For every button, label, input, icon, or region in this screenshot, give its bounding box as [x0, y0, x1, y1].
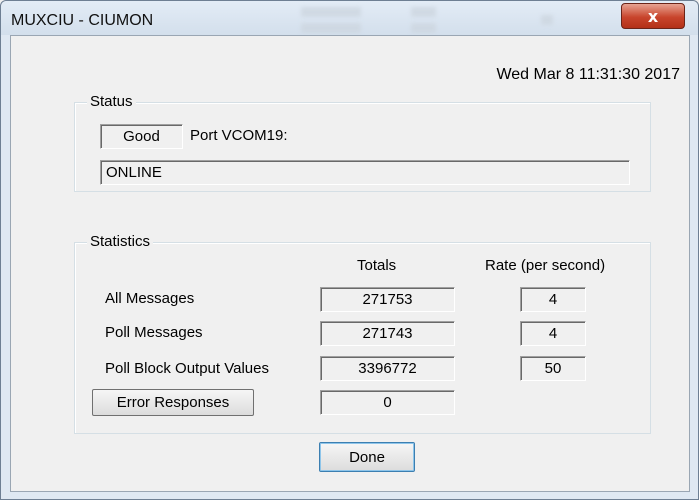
rate-poll-messages: 4 [520, 321, 586, 346]
status-group-label: Status [87, 93, 136, 110]
stat-label-poll-messages: Poll Messages [105, 324, 203, 341]
dialog-client-area: Wed Mar 8 11:31:30 2017 Status Good Port… [10, 35, 690, 492]
port-label: Port VCOM19: [190, 127, 288, 144]
status-message-field: ONLINE [100, 160, 630, 185]
rate-all-messages: 4 [520, 287, 586, 312]
total-error-responses: 0 [320, 390, 455, 415]
rate-header: Rate (per second) [485, 257, 606, 274]
timestamp: Wed Mar 8 11:31:30 2017 [496, 66, 680, 83]
dialog-window: MUXCIU - CIUMON x Wed Mar 8 11:31:30 201… [0, 0, 699, 500]
background-ghost [411, 7, 436, 17]
title-bar[interactable]: MUXCIU - CIUMON x [1, 1, 698, 35]
status-state-field: Good [100, 124, 183, 149]
statistics-group-label: Statistics [87, 233, 154, 250]
stat-label-all-messages: All Messages [105, 290, 195, 307]
statistics-group: Statistics Totals Rate (per second) All … [74, 233, 651, 434]
close-icon: x [647, 6, 659, 26]
background-ghost [541, 15, 553, 25]
error-responses-button[interactable]: Error Responses [92, 389, 254, 416]
window-title: MUXCIU - CIUMON [11, 12, 154, 29]
done-button[interactable]: Done [319, 442, 415, 472]
total-all-messages: 271753 [320, 287, 455, 312]
totals-header: Totals [357, 257, 397, 274]
status-group: Status Good Port VCOM19: ONLINE [74, 93, 651, 192]
total-poll-block-output: 3396772 [320, 356, 455, 381]
close-button[interactable]: x [621, 3, 685, 29]
background-ghost [301, 7, 361, 17]
background-ghost [411, 23, 436, 33]
total-poll-messages: 271743 [320, 321, 455, 346]
rate-poll-block-output: 50 [520, 356, 586, 381]
background-ghost [301, 23, 361, 33]
stat-label-poll-block-output: Poll Block Output Values [105, 360, 269, 377]
